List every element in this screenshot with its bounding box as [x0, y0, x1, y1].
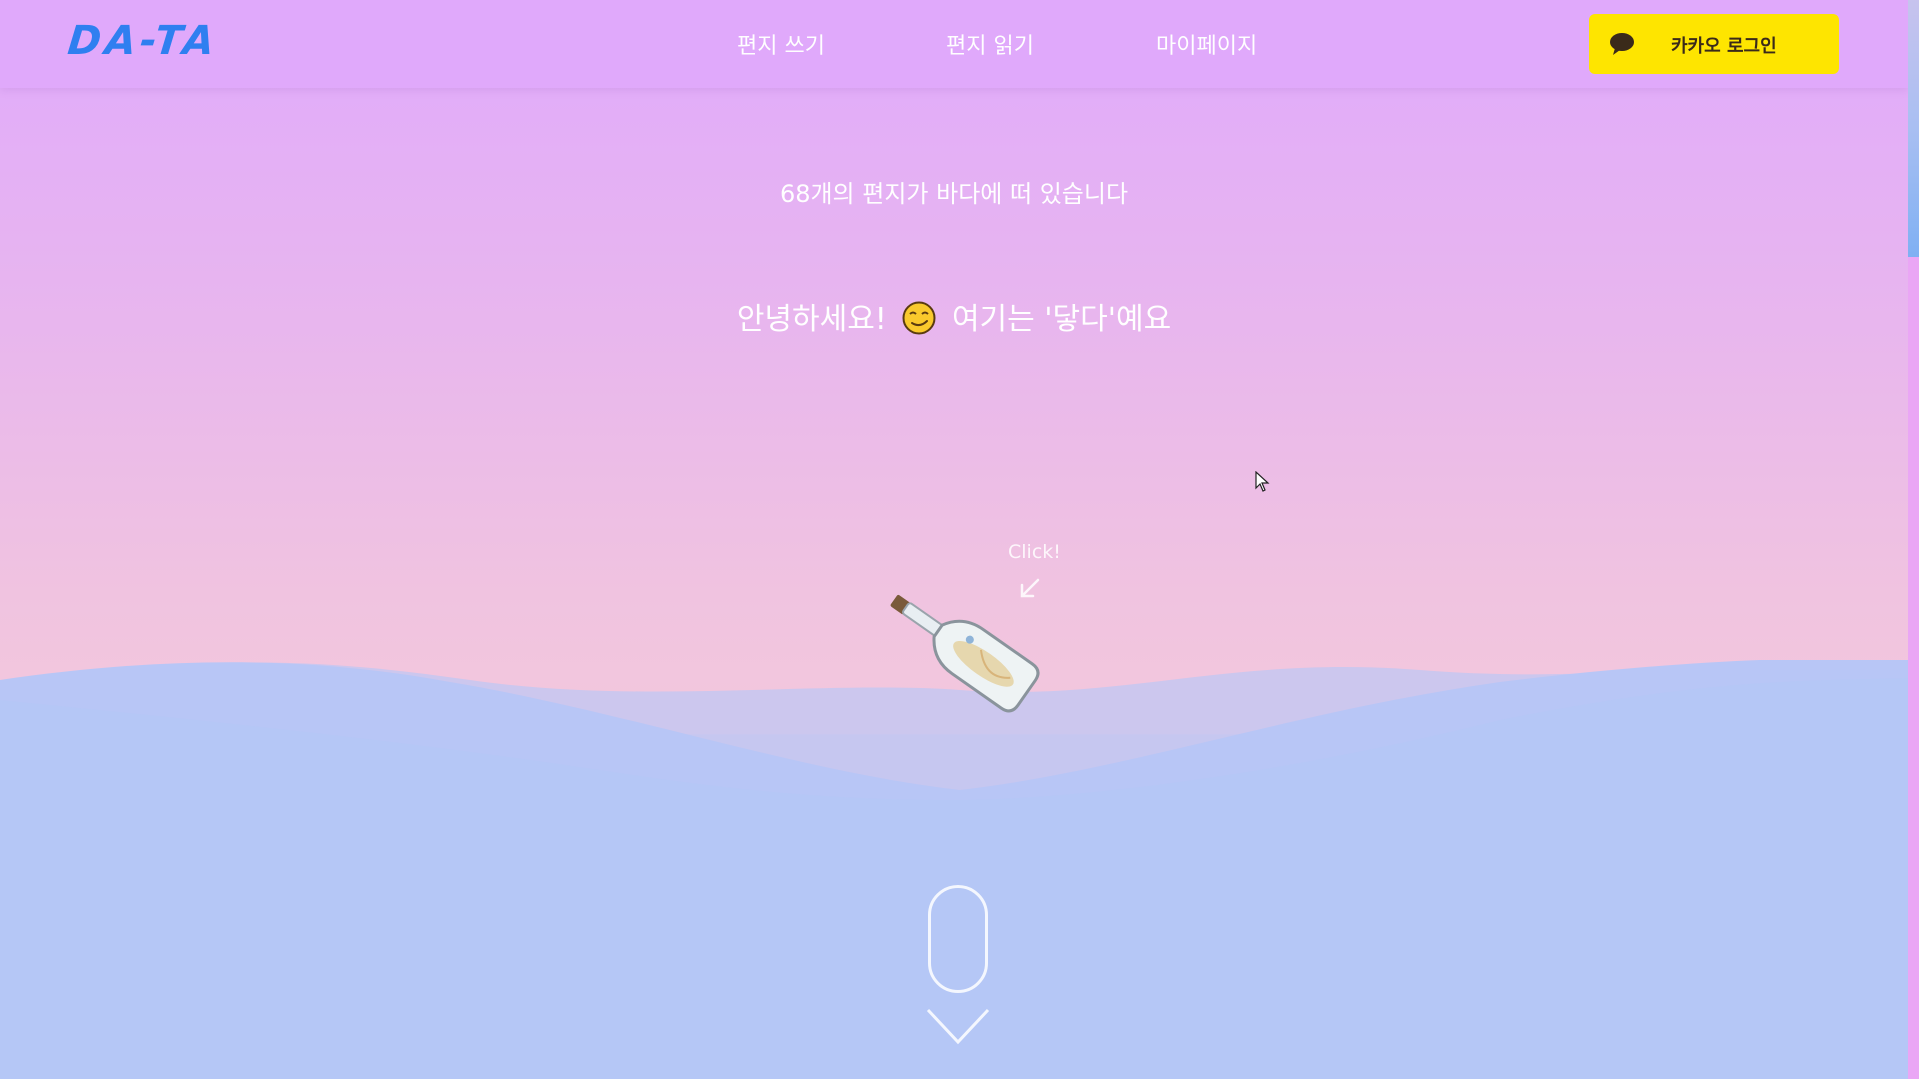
greeting-hello: 안녕하세요! [736, 302, 887, 337]
speech-bubble-icon [1610, 33, 1634, 55]
greeting-heading: 안녕하세요! 여기는 '닿다'예요 [0, 294, 1908, 338]
greeting-place: 여기는 '닿다'예요 [951, 302, 1172, 337]
nav-mypage[interactable]: 마이페이지 [1156, 28, 1257, 60]
kakao-login-button[interactable]: 카카오 로그인 [1589, 14, 1839, 74]
message-in-bottle-icon[interactable] [840, 550, 1080, 730]
mouse-cursor-icon [1255, 471, 1270, 492]
smirk-face-emoji-icon [902, 301, 936, 335]
mouse-scroll-icon[interactable] [928, 885, 988, 993]
nav-read-letter[interactable]: 편지 읽기 [946, 28, 1034, 60]
letter-count-text: 68개의 편지가 바다에 떠 있습니다 [779, 180, 1129, 208]
scrollbar-thumb[interactable] [1908, 0, 1919, 257]
kakao-login-label: 카카오 로그인 [1671, 36, 1777, 57]
arrow-down-left-icon [1020, 578, 1040, 598]
click-hint: Click! [1008, 541, 1061, 563]
chevron-down-icon[interactable] [926, 1008, 990, 1046]
nav-write-letter[interactable]: 편지 쓰기 [737, 28, 825, 60]
top-navigation-bar: DA-TA 편지 쓰기 편지 읽기 마이페이지 카카오 로그인 [0, 0, 1908, 88]
